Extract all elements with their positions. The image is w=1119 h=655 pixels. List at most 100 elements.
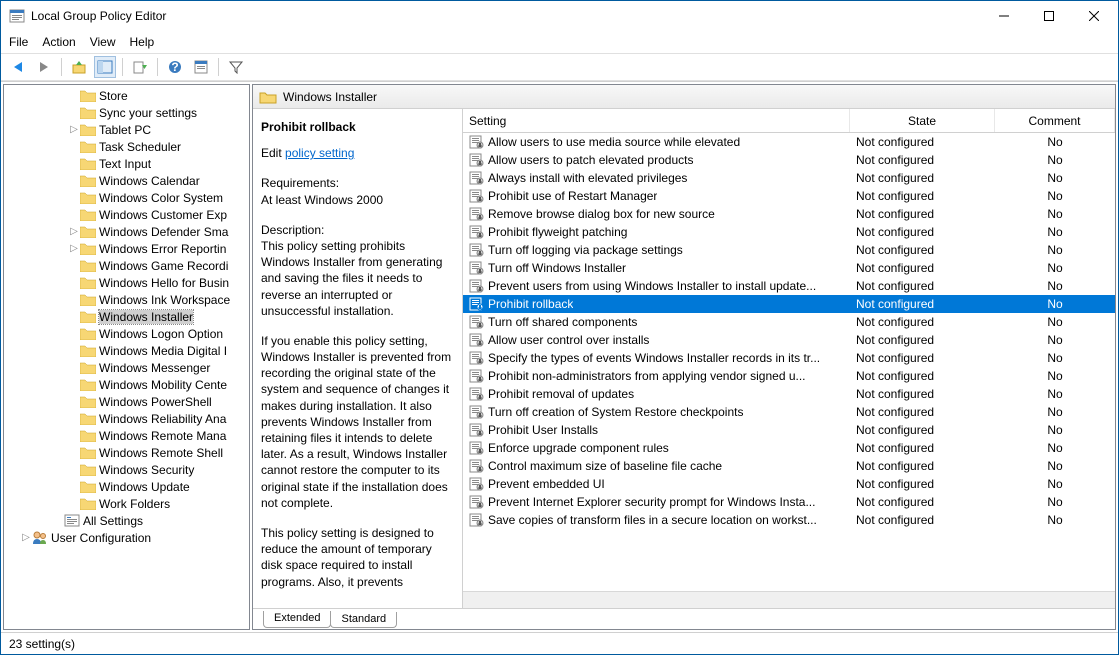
selected-policy-title: Prohibit rollback	[261, 119, 454, 135]
tree-item[interactable]: Windows Update	[4, 478, 249, 495]
tree-item-label: Text Input	[99, 157, 151, 171]
tree-item[interactable]: Windows Reliability Ana	[4, 410, 249, 427]
menu-help[interactable]: Help	[130, 35, 155, 49]
tree-item[interactable]: Windows Messenger	[4, 359, 249, 376]
list-row[interactable]: Remove browse dialog box for new sourceN…	[463, 205, 1115, 223]
list-row[interactable]: Prohibit non-administrators from applyin…	[463, 367, 1115, 385]
tree-item-label: Windows Installer	[99, 310, 193, 324]
list-row[interactable]: Allow users to use media source while el…	[463, 133, 1115, 151]
tree-item[interactable]: Windows Customer Exp	[4, 206, 249, 223]
tree-item[interactable]: Windows Media Digital I	[4, 342, 249, 359]
tree-item-label: Sync your settings	[99, 106, 197, 120]
setting-name: Turn off logging via package settings	[488, 243, 683, 257]
tree-item-label: Task Scheduler	[99, 140, 181, 154]
tree-item[interactable]: Windows Calendar	[4, 172, 249, 189]
setting-state: Not configured	[850, 261, 995, 275]
tree-item[interactable]: Sync your settings	[4, 104, 249, 121]
setting-name: Prohibit flyweight patching	[488, 225, 627, 239]
list-row[interactable]: Prohibit flyweight patchingNot configure…	[463, 223, 1115, 241]
properties-button[interactable]	[190, 56, 212, 78]
export-button[interactable]	[129, 56, 151, 78]
tree-item-label: Windows Customer Exp	[99, 208, 227, 222]
tree-item-label: Windows Security	[99, 463, 194, 477]
list-row[interactable]: Turn off Windows InstallerNot configured…	[463, 259, 1115, 277]
tree-item-label: Store	[99, 89, 128, 103]
list-row[interactable]: Enforce upgrade component rulesNot confi…	[463, 439, 1115, 457]
setting-comment: No	[995, 369, 1115, 383]
tree-item[interactable]: Windows PowerShell	[4, 393, 249, 410]
tree-item[interactable]: Text Input	[4, 155, 249, 172]
forward-button[interactable]	[33, 56, 55, 78]
tree-item[interactable]: Task Scheduler	[4, 138, 249, 155]
list-row[interactable]: Specify the types of events Windows Inst…	[463, 349, 1115, 367]
tree-item-label: Windows Mobility Cente	[99, 378, 227, 392]
list-row[interactable]: Allow user control over installsNot conf…	[463, 331, 1115, 349]
menu-view[interactable]: View	[90, 35, 116, 49]
expander-icon[interactable]: ▷	[68, 244, 80, 254]
status-text: 23 setting(s)	[9, 637, 75, 651]
column-setting[interactable]: Setting	[463, 109, 850, 132]
tree-item[interactable]: Windows Logon Option	[4, 325, 249, 342]
tab-standard[interactable]: Standard	[330, 612, 397, 628]
tree-item-label: All Settings	[83, 514, 143, 528]
menu-file[interactable]: File	[9, 35, 28, 49]
tree-item[interactable]: ▷Windows Defender Sma	[4, 223, 249, 240]
horizontal-scrollbar[interactable]	[463, 591, 1115, 608]
navigation-tree[interactable]: Store Sync your settings▷Tablet PC Task Sc…	[3, 84, 250, 630]
show-hide-tree-button[interactable]	[94, 56, 116, 78]
close-button[interactable]	[1071, 2, 1116, 31]
tab-extended[interactable]: Extended	[263, 611, 331, 628]
tree-item[interactable]: Work Folders	[4, 495, 249, 512]
expander-icon[interactable]: ▷	[68, 227, 80, 237]
tree-item[interactable]: Windows Remote Mana	[4, 427, 249, 444]
list-row[interactable]: Prohibit User InstallsNot configuredNo	[463, 421, 1115, 439]
setting-name: Turn off shared components	[488, 315, 637, 329]
tree-item[interactable]: ▷Windows Error Reportin	[4, 240, 249, 257]
tree-item[interactable]: Windows Ink Workspace	[4, 291, 249, 308]
tree-item[interactable]: Windows Remote Shell	[4, 444, 249, 461]
list-row[interactable]: Prohibit use of Restart ManagerNot confi…	[463, 187, 1115, 205]
list-row[interactable]: Control maximum size of baseline file ca…	[463, 457, 1115, 475]
setting-comment: No	[995, 207, 1115, 221]
help-button[interactable]: ?	[164, 56, 186, 78]
tree-item[interactable]: Windows Installer	[4, 308, 249, 325]
tree-item[interactable]: Windows Game Recordi	[4, 257, 249, 274]
filter-button[interactable]	[225, 56, 247, 78]
tree-item[interactable]: Windows Mobility Cente	[4, 376, 249, 393]
list-row[interactable]: Turn off shared componentsNot configured…	[463, 313, 1115, 331]
list-row[interactable]: Prevent embedded UINot configuredNo	[463, 475, 1115, 493]
list-row[interactable]: Prohibit removal of updatesNot configure…	[463, 385, 1115, 403]
setting-state: Not configured	[850, 387, 995, 401]
tree-item-label: Windows Remote Shell	[99, 446, 223, 460]
list-row[interactable]: Save copies of transform files in a secu…	[463, 511, 1115, 529]
setting-name: Allow users to use media source while el…	[488, 135, 740, 149]
tree-item[interactable]: Windows Security	[4, 461, 249, 478]
edit-policy-link[interactable]: policy setting	[285, 146, 354, 160]
tree-item[interactable]: All Settings	[4, 512, 249, 529]
list-row[interactable]: Turn off logging via package settingsNot…	[463, 241, 1115, 259]
menu-action[interactable]: Action	[42, 35, 75, 49]
up-button[interactable]	[68, 56, 90, 78]
tree-item[interactable]: Store	[4, 87, 249, 104]
tree-item[interactable]: Windows Hello for Busin	[4, 274, 249, 291]
description-p2: If you enable this policy setting, Windo…	[261, 333, 454, 511]
tree-item[interactable]: ▷Tablet PC	[4, 121, 249, 138]
tree-item[interactable]: Windows Color System	[4, 189, 249, 206]
list-row[interactable]: Allow users to patch elevated productsNo…	[463, 151, 1115, 169]
setting-state: Not configured	[850, 207, 995, 221]
list-row[interactable]: Turn off creation of System Restore chec…	[463, 403, 1115, 421]
list-row[interactable]: Always install with elevated privilegesN…	[463, 169, 1115, 187]
expander-icon[interactable]: ▷	[20, 533, 32, 543]
description-pane: Prohibit rollback Edit policy setting Re…	[253, 109, 463, 608]
expander-icon[interactable]: ▷	[68, 125, 80, 135]
list-row[interactable]: Prevent users from using Windows Install…	[463, 277, 1115, 295]
maximize-button[interactable]	[1026, 2, 1071, 31]
back-button[interactable]	[7, 56, 29, 78]
column-comment[interactable]: Comment	[995, 109, 1115, 132]
list-row[interactable]: Prevent Internet Explorer security promp…	[463, 493, 1115, 511]
content-header: Windows Installer	[253, 85, 1115, 109]
column-state[interactable]: State	[850, 109, 995, 132]
list-row[interactable]: Prohibit rollbackNot configuredNo	[463, 295, 1115, 313]
minimize-button[interactable]	[981, 2, 1026, 31]
tree-item[interactable]: ▷User Configuration	[4, 529, 249, 546]
